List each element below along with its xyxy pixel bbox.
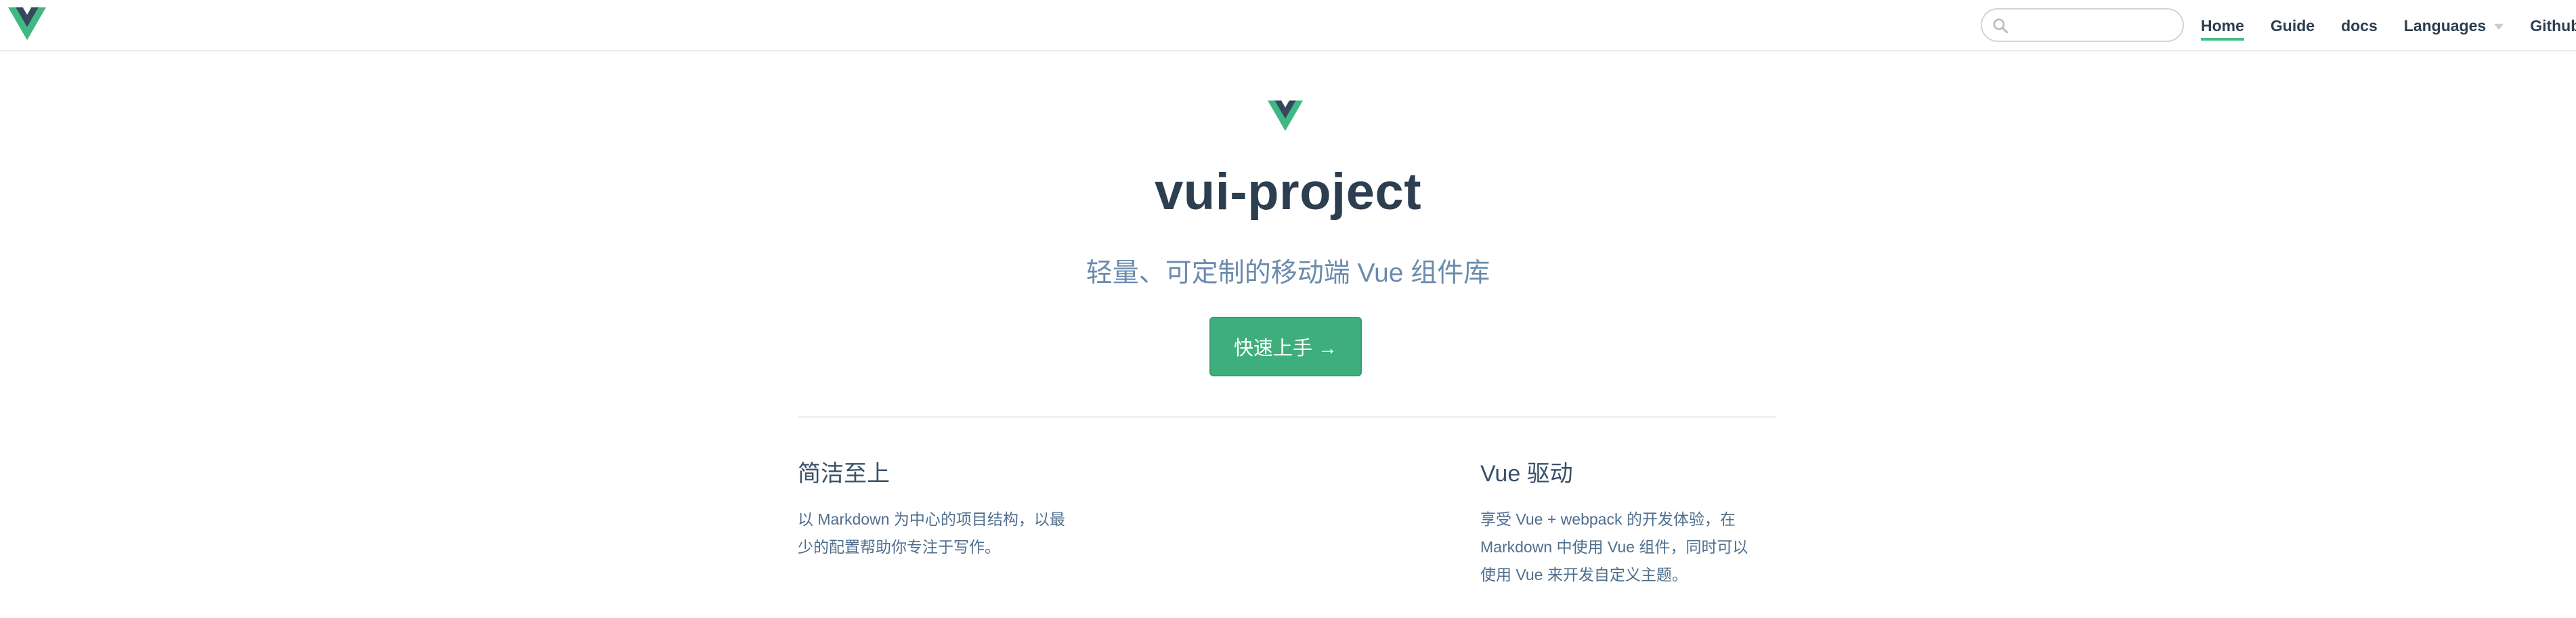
get-started-button[interactable]: 快速上手 →: [1209, 317, 1362, 376]
nav-link-home[interactable]: Home: [2201, 0, 2244, 51]
feature-details-line: 使用 Vue 来开发自定义主题。: [1480, 566, 1688, 583]
nav-link-label: Home: [2201, 17, 2244, 41]
divider: [798, 416, 1776, 418]
vue-logo-icon[interactable]: [8, 7, 46, 41]
search-box[interactable]: [1981, 8, 2184, 42]
nav-link-guide[interactable]: Guide: [2271, 0, 2315, 51]
feature-card: 简洁至上 以 Markdown 为中心的项目结构，以最 少的配置帮助你专注于写作…: [798, 455, 1089, 561]
nav-dropdown-languages[interactable]: Languages: [2404, 0, 2504, 51]
feature-details-line: 以 Markdown 为中心的项目结构，以最: [798, 510, 1065, 528]
feature-details-line: 享受 Vue + webpack 的开发体验，在: [1480, 510, 1736, 528]
nav-link-label: Guide: [2270, 16, 2315, 35]
feature-details: 以 Markdown 为中心的项目结构，以最 少的配置帮助你专注于写作。: [798, 506, 1089, 561]
nav-link-label: Languages: [2403, 16, 2487, 35]
nav-link-label: docs: [2341, 16, 2378, 35]
nav-link-label: Github: [2530, 16, 2576, 35]
caret-down-icon: [2494, 23, 2504, 30]
hero-description: 轻量、可定制的移动端 Vue 组件库: [1086, 259, 1490, 288]
navbar: Home Guide docs Languages Github: [0, 0, 2576, 51]
vue-logo-icon: [1268, 100, 1303, 131]
feature-details-line: 少的配置帮助你专注于写作。: [798, 538, 1000, 556]
feature-title: Vue 驱动: [1480, 461, 1573, 487]
nav-links: Home Guide docs Languages Github: [2201, 0, 2576, 51]
feature-card: Vue 驱动 享受 Vue + webpack 的开发体验，在 Markdown…: [1480, 455, 1772, 589]
feature-details: 享受 Vue + webpack 的开发体验，在 Markdown 中使用 Vu…: [1480, 506, 1772, 589]
nav-link-docs[interactable]: docs: [2341, 0, 2378, 51]
search-input[interactable]: [2015, 14, 2174, 38]
hero-title: vui-project: [1155, 163, 1421, 221]
search-icon: [1993, 18, 2009, 34]
feature-details-line: Markdown 中使用 Vue 组件，同时可以: [1480, 538, 1748, 556]
feature-title: 简洁至上: [798, 461, 890, 487]
nav-link-github[interactable]: Github: [2530, 0, 2576, 51]
